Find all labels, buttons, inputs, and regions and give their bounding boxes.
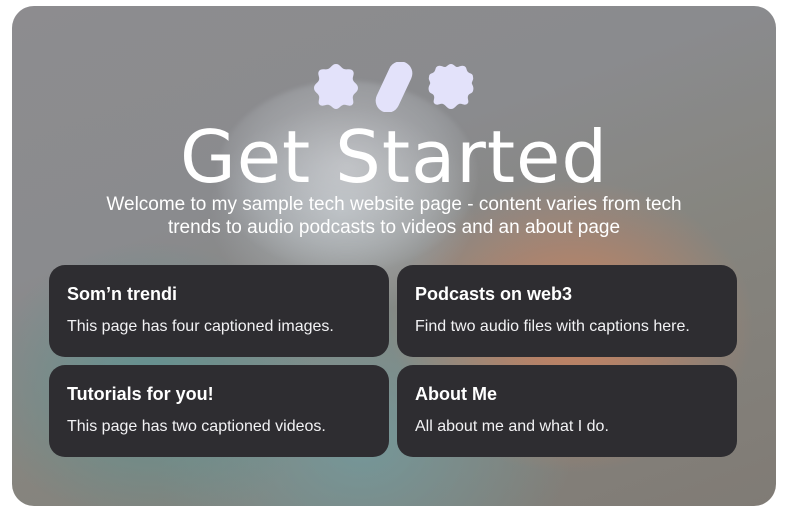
page-title: Get Started <box>179 115 609 199</box>
nav-card-trends[interactable]: Som’n trendi This page has four captione… <box>49 265 389 357</box>
wavy-circle-icon <box>312 62 360 110</box>
nav-card-title: Som’n trendi <box>67 284 178 304</box>
scalloped-circle-icon <box>427 62 475 110</box>
nav-card-description: All about me and what I do. <box>415 418 609 435</box>
page-subtitle: Welcome to my sample tech website page -… <box>106 194 682 238</box>
nav-card-tutorials[interactable]: Tutorials for you! This page has two cap… <box>49 365 389 457</box>
nav-card-about[interactable]: About Me All about me and what I do. <box>397 365 737 457</box>
nav-card-description: Find two audio files with captions here. <box>415 318 690 335</box>
nav-card-description: This page has four captioned images. <box>67 318 334 335</box>
nav-card-podcasts[interactable]: Podcasts on web3 Find two audio files wi… <box>397 265 737 357</box>
nav-card-title: About Me <box>415 384 497 404</box>
pill-icon <box>373 62 415 112</box>
hero-card: Get Started Welcome to my sample tech we… <box>12 6 776 506</box>
nav-card-title: Podcasts on web3 <box>415 284 573 304</box>
nav-card-description: This page has two captioned videos. <box>67 418 326 435</box>
nav-card-title: Tutorials for you! <box>67 384 214 404</box>
